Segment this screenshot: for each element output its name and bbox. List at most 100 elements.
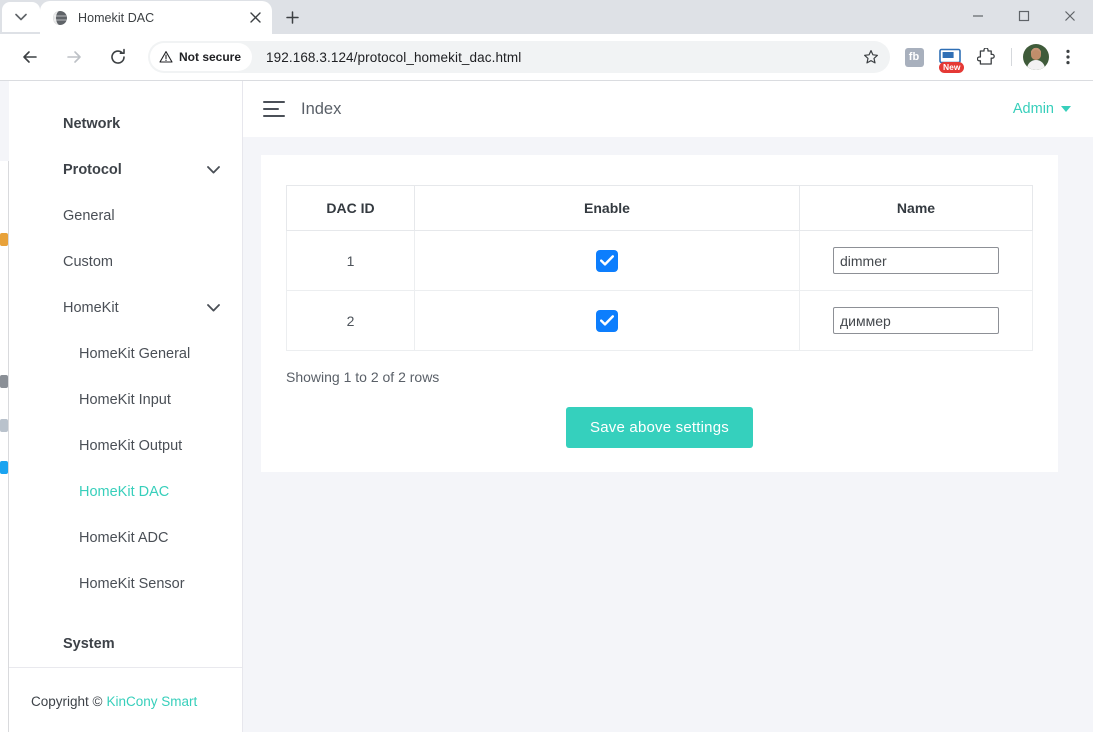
sidebar-item-custom[interactable]: Custom bbox=[9, 239, 242, 285]
toolbar-divider bbox=[1011, 48, 1012, 66]
tab-strip: Homekit DAC bbox=[0, 0, 1093, 34]
maximize-button[interactable] bbox=[1001, 0, 1047, 32]
bookmark-icon-1[interactable] bbox=[0, 233, 8, 246]
enable-checkbox[interactable] bbox=[596, 249, 618, 272]
sidebar-item-protocol[interactable]: Protocol bbox=[9, 147, 242, 193]
address-bar[interactable]: Not secure 192.168.3.124/protocol_homeki… bbox=[148, 41, 890, 73]
sidebar-item-homekit[interactable]: HomeKit bbox=[9, 285, 242, 331]
admin-label: Admin bbox=[1012, 101, 1054, 117]
close-tab-icon[interactable] bbox=[246, 9, 264, 27]
cell-name bbox=[799, 230, 1033, 291]
dac-table: DAC ID Enable Name 1 dimmer 2 диммер bbox=[286, 185, 1033, 351]
chevron-down-icon bbox=[1061, 106, 1071, 112]
dac-settings-card: DAC ID Enable Name 1 dimmer 2 диммер Sho… bbox=[261, 155, 1058, 472]
puzzle-extensions-icon[interactable] bbox=[971, 42, 1001, 72]
sidebar-item-homekit-sensor[interactable]: HomeKit Sensor bbox=[9, 561, 242, 607]
sidebar-item-system[interactable]: System bbox=[9, 621, 242, 667]
sidebar-item-homekit-dac[interactable]: HomeKit DAC bbox=[9, 469, 242, 515]
sidebar-item-homekit-output[interactable]: HomeKit Output bbox=[9, 423, 242, 469]
chevron-down-icon bbox=[207, 300, 220, 316]
admin-menu[interactable]: Admin bbox=[1013, 101, 1071, 117]
minimize-button[interactable] bbox=[955, 0, 1001, 32]
column-header-enable: Enable bbox=[414, 185, 800, 231]
sidebar-item-label: HomeKit DAC bbox=[79, 484, 170, 500]
sidebar-footer: Copyright © KinCony Smart bbox=[9, 667, 242, 732]
cell-enable bbox=[414, 230, 800, 291]
security-label: Not secure bbox=[179, 50, 242, 64]
bookmark-icon-4[interactable] bbox=[0, 461, 8, 474]
name-input[interactable] bbox=[833, 307, 999, 334]
hamburger-line bbox=[263, 114, 285, 117]
url-text: 192.168.3.124/protocol_homekit_dac.html bbox=[266, 49, 522, 65]
sidebar-item-label: General bbox=[63, 208, 115, 224]
chevron-down-icon bbox=[207, 162, 220, 178]
content-topbar: Index Admin bbox=[243, 81, 1093, 137]
sidebar-item-homekit-adc[interactable]: HomeKit ADC bbox=[9, 515, 242, 561]
sidebar: Network Protocol General Custom HomeKit bbox=[9, 81, 243, 732]
content-area: Index Admin DAC ID Enable Name 1 dimmer … bbox=[243, 81, 1093, 732]
name-input[interactable] bbox=[833, 247, 999, 274]
tab-title: Homekit DAC bbox=[78, 10, 155, 25]
save-button-wrap: Save above settings bbox=[286, 407, 1033, 448]
new-badge: New bbox=[939, 61, 965, 73]
sidebar-item-label: HomeKit General bbox=[79, 346, 191, 362]
cell-enable bbox=[414, 290, 800, 351]
bookmark-star-icon[interactable] bbox=[856, 42, 886, 72]
table-row: 2 bbox=[286, 290, 1033, 351]
table-header-row: DAC ID Enable Name bbox=[286, 185, 1033, 231]
reload-button[interactable] bbox=[101, 40, 135, 74]
sidebar-item-label: HomeKit Sensor bbox=[79, 576, 185, 592]
enable-checkbox[interactable] bbox=[596, 309, 618, 332]
save-button[interactable]: Save above settings bbox=[566, 407, 753, 448]
browser-toolbar: Not secure 192.168.3.124/protocol_homeki… bbox=[0, 34, 1093, 80]
screenshot-extension-icon[interactable]: New bbox=[935, 42, 965, 73]
forward-button[interactable] bbox=[57, 40, 91, 74]
sidebar-item-network[interactable]: Network bbox=[9, 101, 242, 147]
bookmark-icon-2[interactable] bbox=[0, 375, 8, 388]
page-title: Index bbox=[301, 99, 342, 118]
close-window-button[interactable] bbox=[1047, 0, 1093, 32]
hamburger-line bbox=[263, 107, 279, 111]
hamburger-icon[interactable] bbox=[263, 101, 285, 117]
sidebar-item-general[interactable]: General bbox=[9, 193, 242, 239]
brand-link[interactable]: KinCony Smart bbox=[106, 694, 197, 709]
globe-icon bbox=[52, 10, 68, 26]
hamburger-line bbox=[263, 101, 285, 104]
sidebar-nav: Network Protocol General Custom HomeKit bbox=[9, 81, 242, 667]
sidebar-item-label: Network bbox=[63, 116, 121, 132]
browser-menu-icon[interactable] bbox=[1053, 42, 1083, 72]
window-controls bbox=[955, 0, 1093, 34]
rows-info-text: Showing 1 to 2 of 2 rows bbox=[286, 369, 440, 385]
column-header-dac-id: DAC ID bbox=[286, 185, 415, 231]
sidebar-item-homekit-general[interactable]: HomeKit General bbox=[9, 331, 242, 377]
sidebar-item-label: HomeKit Output bbox=[79, 438, 183, 454]
sidebar-item-label: HomeKit bbox=[63, 300, 119, 316]
sidebar-item-label: Custom bbox=[63, 254, 113, 270]
sidebar-item-label: HomeKit Input bbox=[79, 392, 171, 408]
profile-avatar[interactable] bbox=[1023, 44, 1049, 70]
cell-dac-id: 1 bbox=[286, 230, 415, 291]
sidebar-item-label: HomeKit ADC bbox=[79, 530, 169, 546]
cell-name bbox=[799, 290, 1033, 351]
column-header-name: Name bbox=[799, 185, 1033, 231]
back-button[interactable] bbox=[13, 40, 47, 74]
warning-triangle-icon bbox=[159, 51, 173, 63]
fb-extension-icon[interactable]: fb bbox=[899, 42, 929, 72]
table-body: 1 2 bbox=[286, 230, 1033, 351]
bookmarks-strip-sliver bbox=[0, 161, 9, 732]
sidebar-item-homekit-input[interactable]: HomeKit Input bbox=[9, 377, 242, 423]
browser-tab[interactable]: Homekit DAC bbox=[40, 1, 272, 34]
browser-window: Homekit DAC Not secure 192.168.3.124/pro… bbox=[0, 0, 1093, 732]
table-head: DAC ID Enable Name bbox=[286, 185, 1033, 231]
sidebar-item-label: Protocol bbox=[63, 162, 122, 178]
bookmark-icon-3[interactable] bbox=[0, 419, 8, 432]
table-row: 1 bbox=[286, 230, 1033, 291]
page-viewport: Network Protocol General Custom HomeKit bbox=[0, 80, 1093, 732]
copyright-text: Copyright © bbox=[31, 694, 103, 709]
main-scroll: DAC ID Enable Name 1 dimmer 2 диммер Sho… bbox=[243, 137, 1093, 732]
site-security-indicator[interactable]: Not secure bbox=[150, 43, 253, 71]
sidebar-item-label: System bbox=[63, 636, 115, 652]
tab-search-button[interactable] bbox=[2, 2, 40, 32]
new-tab-button[interactable] bbox=[278, 3, 306, 31]
cell-dac-id: 2 bbox=[286, 290, 415, 351]
